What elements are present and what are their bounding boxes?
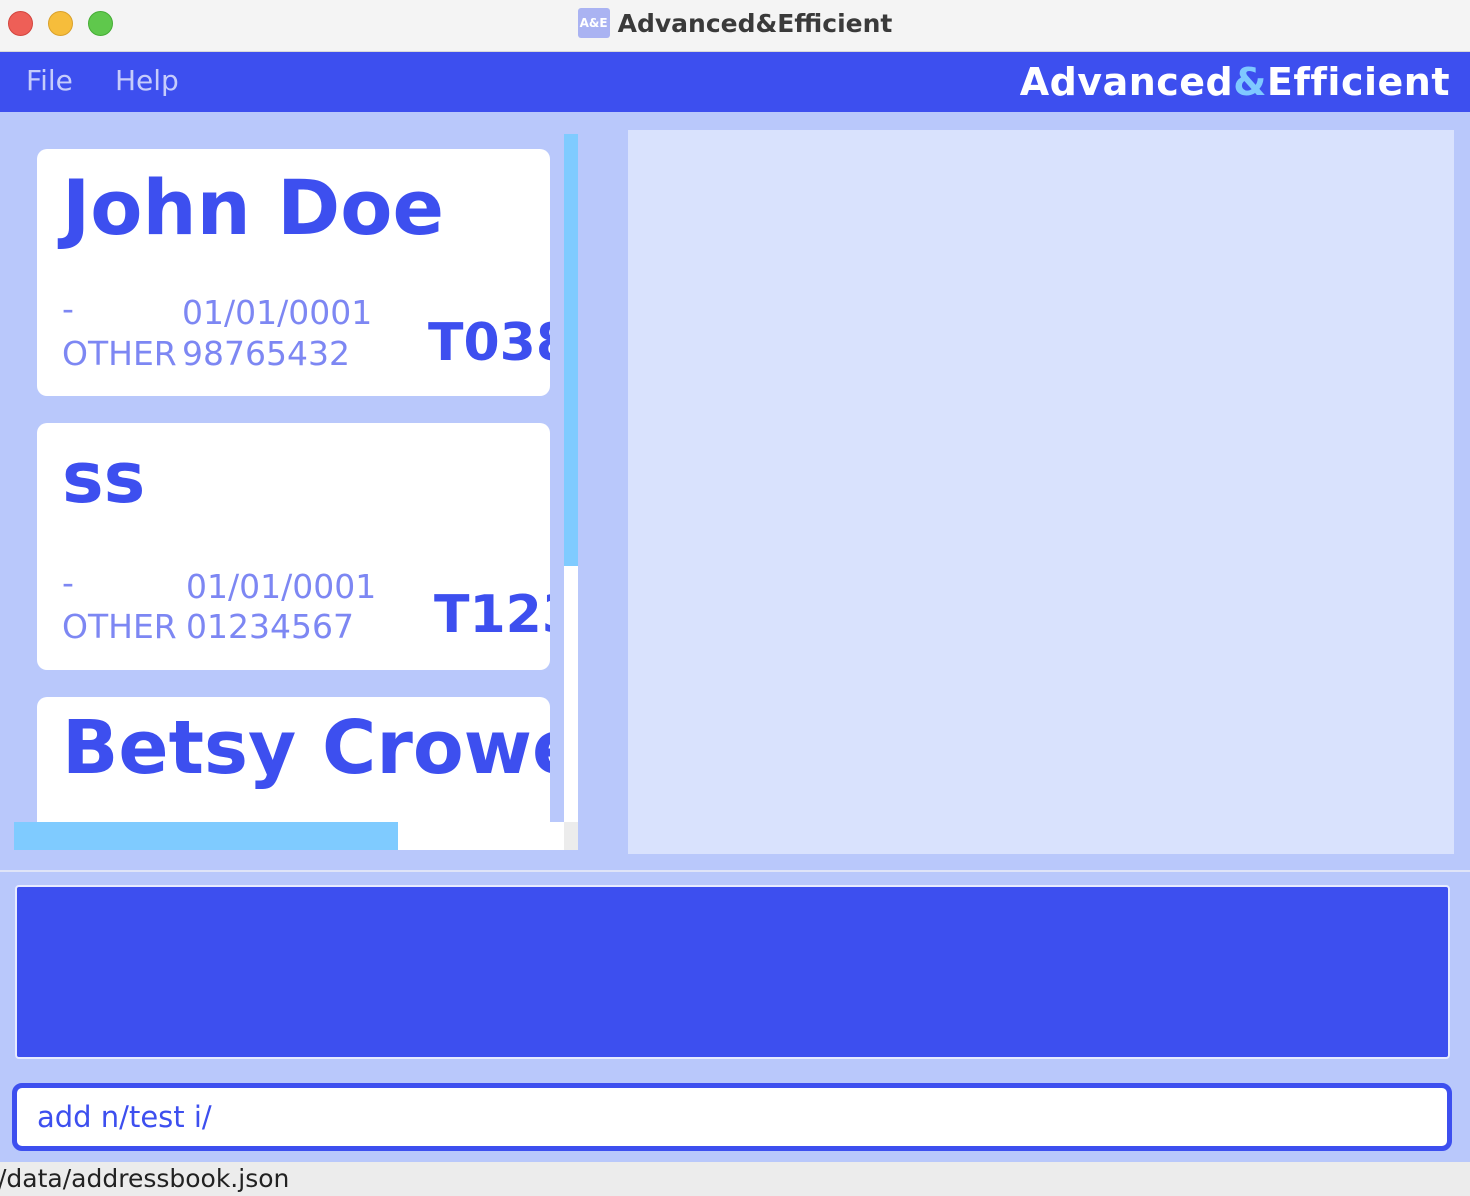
brand-logo: Advanced&Efficient	[1020, 60, 1450, 104]
person-phone: 98765432	[182, 334, 350, 373]
main-area: John Doe - 01/01/0001 OTHER 98765432 T03…	[0, 112, 1470, 870]
person-type: OTHER	[62, 334, 177, 373]
horizontal-scrollbar-thumb[interactable]	[14, 822, 398, 850]
vertical-scrollbar-thumb[interactable]	[564, 134, 578, 566]
person-dash: -	[62, 563, 74, 602]
person-type: OTHER	[62, 607, 177, 646]
save-location-path: /data/addressbook.json	[0, 1164, 290, 1193]
command-area	[0, 872, 1470, 1162]
person-code: T123	[434, 585, 550, 645]
person-phone: 01234567	[186, 607, 354, 646]
command-input[interactable]	[37, 1100, 1427, 1134]
person-date: 01/01/0001	[182, 293, 373, 332]
app-icon: A&E	[577, 8, 610, 38]
menu-file[interactable]: File	[26, 64, 73, 97]
scrollbar-corner	[564, 822, 578, 850]
menu-help[interactable]: Help	[115, 64, 179, 97]
person-card[interactable]: John Doe - 01/01/0001 OTHER 98765432 T03…	[37, 149, 550, 396]
person-name: ss	[62, 437, 146, 519]
person-card[interactable]: ss - 01/01/0001 OTHER 01234567 T123	[37, 423, 550, 670]
person-dash: -	[62, 289, 74, 328]
menu-bar: File Help Advanced&Efficient	[0, 52, 1470, 112]
window-title: Advanced&Efficient	[617, 8, 893, 38]
brand-ampersand: &	[1233, 60, 1267, 104]
person-name: Betsy Crowe	[62, 705, 550, 791]
window-title-group: A&E Advanced&Efficient	[0, 0, 1470, 46]
person-date: 01/01/0001	[186, 567, 377, 606]
result-display	[15, 885, 1450, 1059]
window-titlebar: A&E Advanced&Efficient	[0, 0, 1470, 52]
brand-left: Advanced	[1019, 60, 1234, 104]
person-list-panel[interactable]: John Doe - 01/01/0001 OTHER 98765432 T03…	[14, 134, 578, 850]
brand-right: Efficient	[1266, 60, 1450, 104]
person-code: T038	[428, 313, 550, 373]
status-bar: /data/addressbook.json	[0, 1162, 1470, 1196]
person-detail-panel	[628, 130, 1454, 854]
person-name: John Doe	[62, 163, 445, 252]
command-box[interactable]	[12, 1083, 1452, 1151]
